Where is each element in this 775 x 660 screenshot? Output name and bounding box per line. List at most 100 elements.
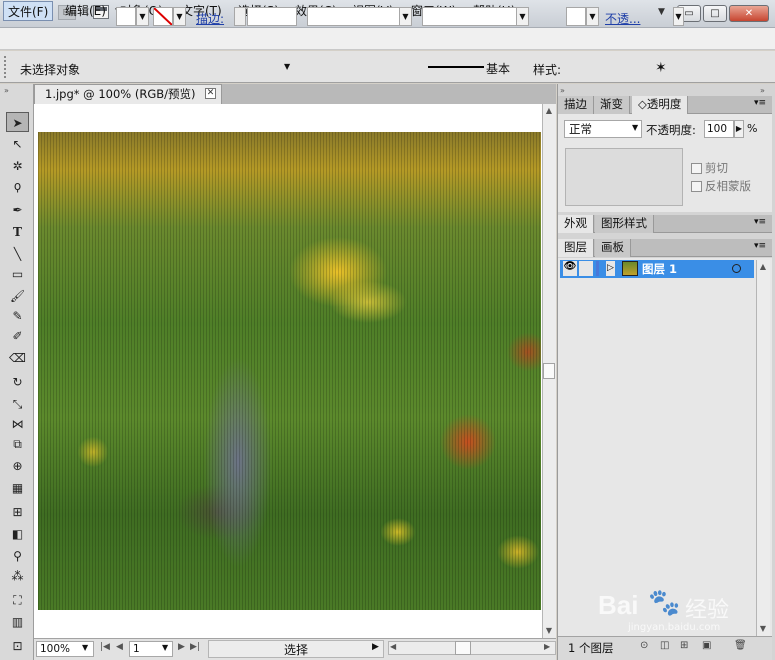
rotate-tool-icon[interactable]: ↻ bbox=[6, 372, 29, 392]
clipping-mask-icon[interactable]: ◫ bbox=[660, 640, 669, 651]
type-tool-icon[interactable]: T bbox=[6, 222, 29, 242]
column-graph-tool-icon[interactable]: ▥ bbox=[6, 612, 29, 632]
invert-mask-checkbox[interactable] bbox=[691, 181, 702, 192]
scale-tool-icon[interactable]: ⤡ bbox=[6, 394, 29, 414]
fill-chevron-down-icon[interactable]: ▼ bbox=[136, 7, 149, 26]
scroll-left-icon[interactable]: ◀ bbox=[390, 642, 396, 651]
close-button[interactable]: ✕ bbox=[729, 5, 769, 22]
horizontal-scrollbar[interactable] bbox=[388, 641, 556, 655]
tab-stroke[interactable]: 描边 bbox=[558, 96, 594, 114]
stroke-stepper[interactable] bbox=[234, 7, 246, 26]
scroll-down-icon[interactable]: ▼ bbox=[543, 626, 555, 635]
stroke-swatch[interactable] bbox=[153, 7, 173, 26]
variable-width-profile[interactable] bbox=[307, 7, 401, 26]
line-tool-icon[interactable]: ╲ bbox=[6, 244, 29, 264]
target-circle-icon[interactable] bbox=[732, 264, 741, 273]
selection-tool-icon[interactable]: ➤ bbox=[6, 112, 29, 132]
artboard-tool-icon[interactable]: ⊡ bbox=[6, 636, 29, 656]
next-artboard-icon[interactable]: ▶ bbox=[178, 642, 185, 652]
maximize-button[interactable]: □ bbox=[703, 5, 727, 22]
pencil-tool-icon[interactable]: ✎ bbox=[6, 306, 29, 326]
blend-mode-select[interactable]: 正常 bbox=[564, 120, 642, 138]
stroke-weight-input[interactable] bbox=[247, 7, 297, 26]
opacity-unit: % bbox=[747, 122, 758, 135]
opacity-link[interactable]: 不透... bbox=[605, 10, 640, 27]
fill-swatch[interactable] bbox=[116, 7, 136, 26]
opacity-chevron-right-icon[interactable]: ▶ bbox=[734, 120, 744, 138]
eyedropper-tool-icon[interactable]: ⚲ bbox=[6, 546, 29, 566]
direct-selection-tool-icon[interactable]: ↖ bbox=[6, 134, 29, 154]
stroke-link[interactable]: 描边: bbox=[196, 10, 224, 27]
dock-collapse-icon[interactable]: » bbox=[760, 86, 765, 95]
lock-toggle[interactable] bbox=[579, 261, 593, 276]
symbol-sprayer-tool-icon[interactable]: ⛶ bbox=[6, 590, 29, 610]
layers-scroll-down-icon[interactable]: ▼ bbox=[757, 624, 769, 633]
opacity-label: 不透明度: bbox=[646, 123, 696, 137]
locate-object-icon[interactable]: ⊙ bbox=[640, 640, 648, 651]
expand-triangle-icon[interactable]: ▷ bbox=[606, 261, 615, 276]
layers-menu-icon[interactable]: ▾≡ bbox=[754, 241, 766, 251]
artboard-chevron-down-icon[interactable]: ▼ bbox=[162, 643, 168, 652]
blob-brush-tool-icon[interactable]: ✐ bbox=[6, 326, 29, 346]
brush-definition[interactable] bbox=[422, 7, 518, 26]
collapse-icon[interactable]: » bbox=[4, 86, 9, 95]
graphic-style-swatch[interactable] bbox=[566, 7, 586, 26]
magic-wand-icon[interactable]: ✶ bbox=[655, 60, 667, 76]
image-texture-overlay bbox=[38, 132, 541, 610]
layers-scrollbar[interactable] bbox=[756, 260, 770, 636]
vertical-scroll-thumb[interactable] bbox=[543, 363, 555, 379]
weight-chevron-down-icon[interactable]: ▼ bbox=[284, 62, 290, 71]
clip-checkbox[interactable] bbox=[691, 163, 702, 174]
menu-file[interactable]: 文件(F) bbox=[3, 1, 54, 21]
panel-menu-icon[interactable]: ▾≡ bbox=[754, 98, 766, 108]
new-layer-icon[interactable]: ▣ bbox=[702, 640, 711, 651]
lasso-tool-icon[interactable]: ϙ bbox=[6, 176, 29, 196]
appearance-menu-icon[interactable]: ▾≡ bbox=[754, 217, 766, 227]
brush-chevron-down-icon[interactable]: ▼ bbox=[516, 7, 529, 26]
profile-chevron-down-icon[interactable]: ▼ bbox=[399, 7, 412, 26]
tab-graphic-styles[interactable]: 图形样式 bbox=[595, 215, 654, 233]
zoom-chevron-down-icon[interactable]: ▼ bbox=[82, 643, 88, 652]
tab-transparency[interactable]: ◇透明度 bbox=[632, 96, 689, 114]
paintbrush-tool-icon[interactable]: 🖌 bbox=[6, 286, 29, 306]
shape-builder-tool-icon[interactable]: ⊕ bbox=[6, 456, 29, 476]
scroll-up-icon[interactable]: ▲ bbox=[543, 106, 555, 115]
perspective-grid-tool-icon[interactable]: ▦ bbox=[6, 478, 29, 498]
pen-tool-icon[interactable]: ✒ bbox=[6, 200, 29, 220]
opacity-input[interactable]: 100 bbox=[704, 120, 734, 138]
stroke-chevron-down-icon[interactable]: ▼ bbox=[173, 7, 186, 26]
magic-wand-tool-icon[interactable]: ✲ bbox=[6, 156, 29, 176]
horizontal-scroll-thumb[interactable] bbox=[455, 641, 471, 655]
menu-edit[interactable]: 编辑(E) bbox=[61, 1, 110, 21]
scroll-right-icon[interactable]: ▶ bbox=[544, 642, 550, 651]
layer-name[interactable]: 图层 1 bbox=[642, 261, 677, 277]
first-artboard-icon[interactable]: |◀ bbox=[100, 642, 110, 652]
delete-layer-icon[interactable]: 🗑 bbox=[734, 640, 747, 651]
document-tab[interactable]: 1.jpg* @ 100% (RGB/预览) bbox=[34, 84, 222, 104]
blend-chevron-down-icon[interactable]: ▼ bbox=[632, 123, 638, 132]
layers-panel-tabs: 图层 画板 ▾≡ bbox=[558, 239, 772, 257]
options-chevron-down-icon[interactable]: ▼ bbox=[673, 7, 684, 26]
last-artboard-icon[interactable]: ▶| bbox=[190, 642, 200, 652]
style-chevron-down-icon[interactable]: ▼ bbox=[586, 7, 599, 26]
dock-expand-icon[interactable]: » bbox=[560, 86, 565, 95]
prev-artboard-icon[interactable]: ◀ bbox=[116, 642, 123, 652]
rectangle-tool-icon[interactable]: ▭ bbox=[6, 264, 29, 284]
close-tab-icon[interactable]: ✕ bbox=[205, 88, 216, 99]
eraser-tool-icon[interactable]: ⌫ bbox=[6, 348, 29, 368]
layer-row[interactable]: 👁 ▷ 图层 1 bbox=[560, 260, 754, 278]
tab-gradient[interactable]: 渐变 bbox=[594, 96, 630, 114]
layers-scroll-up-icon[interactable]: ▲ bbox=[757, 262, 769, 271]
eye-icon[interactable]: 👁 bbox=[563, 261, 577, 276]
tab-artboards[interactable]: 画板 bbox=[595, 239, 631, 257]
tab-layers[interactable]: 图层 bbox=[558, 239, 594, 257]
blend-tool-icon[interactable]: ⁂ bbox=[6, 566, 29, 586]
status-arrow-icon[interactable]: ▶ bbox=[372, 642, 379, 652]
new-sublayer-icon[interactable]: ⊞ bbox=[680, 640, 688, 651]
mesh-tool-icon[interactable]: ⊞ bbox=[6, 502, 29, 522]
tab-appearance[interactable]: 外观 bbox=[558, 215, 594, 233]
workspace-chevron-down-icon[interactable]: ▼ bbox=[658, 7, 665, 17]
gradient-tool-icon[interactable]: ◧ bbox=[6, 524, 29, 544]
free-transform-tool-icon[interactable]: ⧉ bbox=[6, 434, 29, 454]
width-tool-icon[interactable]: ⋈ bbox=[6, 414, 29, 434]
